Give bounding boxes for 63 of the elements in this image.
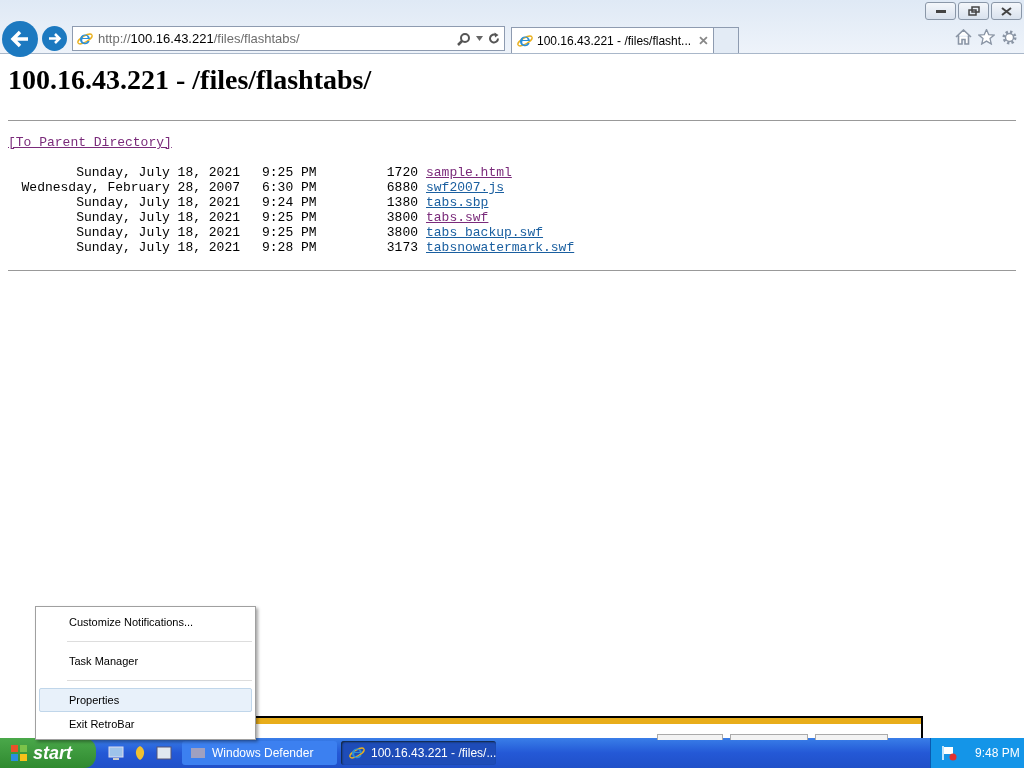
file-link[interactable]: swf2007.js [426,180,504,195]
menu-item[interactable]: Properties [39,688,252,712]
close-icon[interactable] [699,36,708,45]
page-heading: 100.16.43.221 - /files/flashtabs/ [8,63,373,97]
file-date: Wednesday, February 28, 2007 [20,180,240,195]
file-link[interactable]: tabs.sbp [426,195,489,210]
parent-directory-link[interactable]: [To Parent Directory] [8,135,172,150]
menu-item[interactable]: Task Manager [39,649,252,673]
file-date: Sunday, July 18, 2021 [75,240,240,255]
address-field[interactable]: http://100.16.43.221/files/flashtabs/ [72,26,505,51]
file-time: 9:25 PM [262,225,314,240]
caret-icon[interactable] [476,36,483,41]
settings-icon[interactable] [1001,29,1018,46]
close-button[interactable] [991,2,1022,20]
file-date: Sunday, July 18, 2021 [75,195,240,210]
browser-logo-icon [77,30,93,47]
file-time: 9:25 PM [262,210,314,225]
new-tab-button[interactable] [714,27,739,53]
file-link[interactable]: tabs backup.swf [426,225,544,240]
clock: 9:48 PM [975,745,1020,762]
menu-item[interactable]: Exit RetroBar [39,712,252,736]
windows-logo-icon [10,744,28,762]
file-time: 9:28 PM [262,240,314,255]
back-arrow-icon [9,28,31,50]
file-size: 1380 [385,195,418,210]
flag-icon[interactable] [941,745,957,761]
file-size: 6880 [385,180,418,195]
close-icon [1001,6,1012,16]
file-size: 3800 [385,225,418,240]
browser-logo-icon [517,32,533,49]
refresh-icon[interactable] [488,32,500,45]
window-icon[interactable] [156,745,172,761]
search-icon[interactable] [457,31,471,46]
taskbar-button[interactable]: 100.16.43.221 - /files/... [341,741,496,765]
desktop-icon[interactable] [108,745,124,761]
file-size: 3800 [385,210,418,225]
back-button[interactable] [2,21,38,57]
file-date: Sunday, July 18, 2021 [75,165,240,180]
file-size: 1720 [385,165,418,180]
home-icon[interactable] [955,29,972,45]
menu-item[interactable]: Customize Notifications... [39,610,252,634]
file-size: 3173 [385,240,418,255]
taskbar-button[interactable]: Windows Defender [182,741,337,765]
restore-icon [967,6,980,16]
file-link[interactable]: sample.html [426,165,512,180]
address-text: http://100.16.43.221/files/flashtabs/ [98,29,300,48]
forward-arrow-icon [47,31,62,46]
forward-button[interactable] [42,26,67,51]
tab-title: 100.16.43.221 - /files/flasht... [537,32,692,50]
start-button[interactable]: start [0,738,96,768]
file-time: 9:25 PM [262,165,314,180]
file-time: 9:24 PM [262,195,314,210]
browser-logo-icon [349,745,365,761]
file-time: 6:30 PM [262,180,314,195]
file-date: Sunday, July 18, 2021 [75,210,240,225]
file-link[interactable]: tabsnowatermark.swf [426,240,575,255]
minimize-icon [935,9,946,13]
minimize-button[interactable] [925,2,956,20]
star-icon[interactable] [978,29,995,45]
browser-tab[interactable]: 100.16.43.221 - /files/flasht... [511,27,714,53]
restore-button[interactable] [958,2,989,20]
file-date: Sunday, July 18, 2021 [75,225,240,240]
file-link[interactable]: tabs.swf [426,210,489,225]
